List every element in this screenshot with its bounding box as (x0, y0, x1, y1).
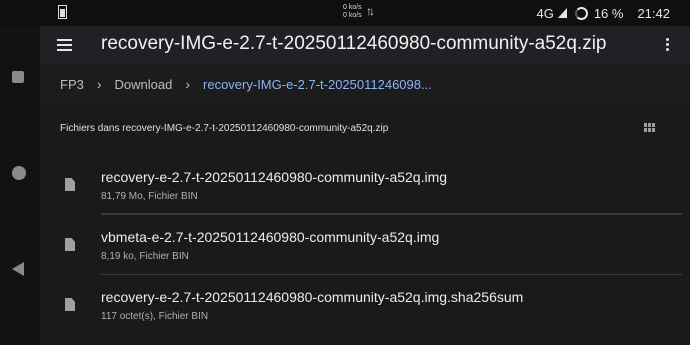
recents-button[interactable] (12, 71, 24, 83)
transfer-arrows-icon: ↑↓ (366, 4, 375, 18)
file-meta: 8,19 ko, Fichier BIN (101, 251, 189, 262)
list-item[interactable]: recovery-e-2.7-t-20250112460980-communit… (40, 154, 690, 214)
breadcrumb-item-fp3[interactable]: FP3 (60, 77, 84, 92)
network-type: 4G (536, 5, 554, 21)
list-item[interactable]: vbmeta-e-2.7-t-20250112460980-community-… (40, 214, 690, 274)
sim-storage-icon (58, 5, 67, 19)
list-header-title: Fichiers dans recovery-IMG-e-2.7-t-20250… (60, 123, 389, 134)
file-meta: 81,79 Mo, Fichier BIN (101, 191, 198, 202)
more-options-icon[interactable] (666, 38, 670, 52)
menu-icon[interactable] (57, 39, 72, 51)
file-icon (65, 298, 75, 311)
breadcrumb-item-current[interactable]: recovery-IMG-e-2.7-t-2025011246098... (203, 77, 432, 92)
signal-icon (557, 8, 567, 18)
file-icon (65, 238, 75, 251)
speed-down: 0 ko/s (343, 12, 362, 19)
network-speed: 0 ko/s 0 ko/s (343, 4, 362, 20)
app-bar: recovery-IMG-e-2.7-t-20250112460980-comm… (40, 26, 690, 64)
page-title: recovery-IMG-e-2.7-t-20250112460980-comm… (101, 33, 607, 54)
file-name: vbmeta-e-2.7-t-20250112460980-community-… (101, 229, 440, 245)
file-name: recovery-e-2.7-t-20250112460980-communit… (101, 169, 448, 185)
file-icon (65, 178, 75, 191)
clock: 21:42 (637, 5, 670, 21)
file-name: recovery-e-2.7-t-20250112460980-communit… (101, 289, 524, 305)
battery-icon (574, 6, 588, 20)
status-bar: 0 ko/s 0 ko/s ↑↓ 4G 16 % 21:42 (0, 0, 690, 26)
back-button[interactable] (12, 262, 24, 276)
chevron-right-icon: › (96, 76, 102, 92)
list-header: Fichiers dans recovery-IMG-e-2.7-t-20250… (40, 104, 690, 152)
system-nav-bar (0, 26, 40, 345)
speed-up: 0 ko/s (343, 4, 362, 11)
file-meta: 117 octet(s), Fichier BIN (101, 311, 209, 322)
breadcrumb: FP3 › Download › recovery-IMG-e-2.7-t-20… (40, 64, 690, 104)
breadcrumb-item-download[interactable]: Download (115, 77, 173, 92)
chevron-right-icon: › (185, 76, 191, 92)
battery-percent: 16 % (593, 5, 624, 21)
grid-view-icon[interactable] (644, 123, 656, 134)
home-button[interactable] (12, 166, 26, 180)
list-item[interactable]: recovery-e-2.7-t-20250112460980-communit… (40, 274, 690, 334)
file-list: recovery-e-2.7-t-20250112460980-communit… (40, 154, 690, 334)
